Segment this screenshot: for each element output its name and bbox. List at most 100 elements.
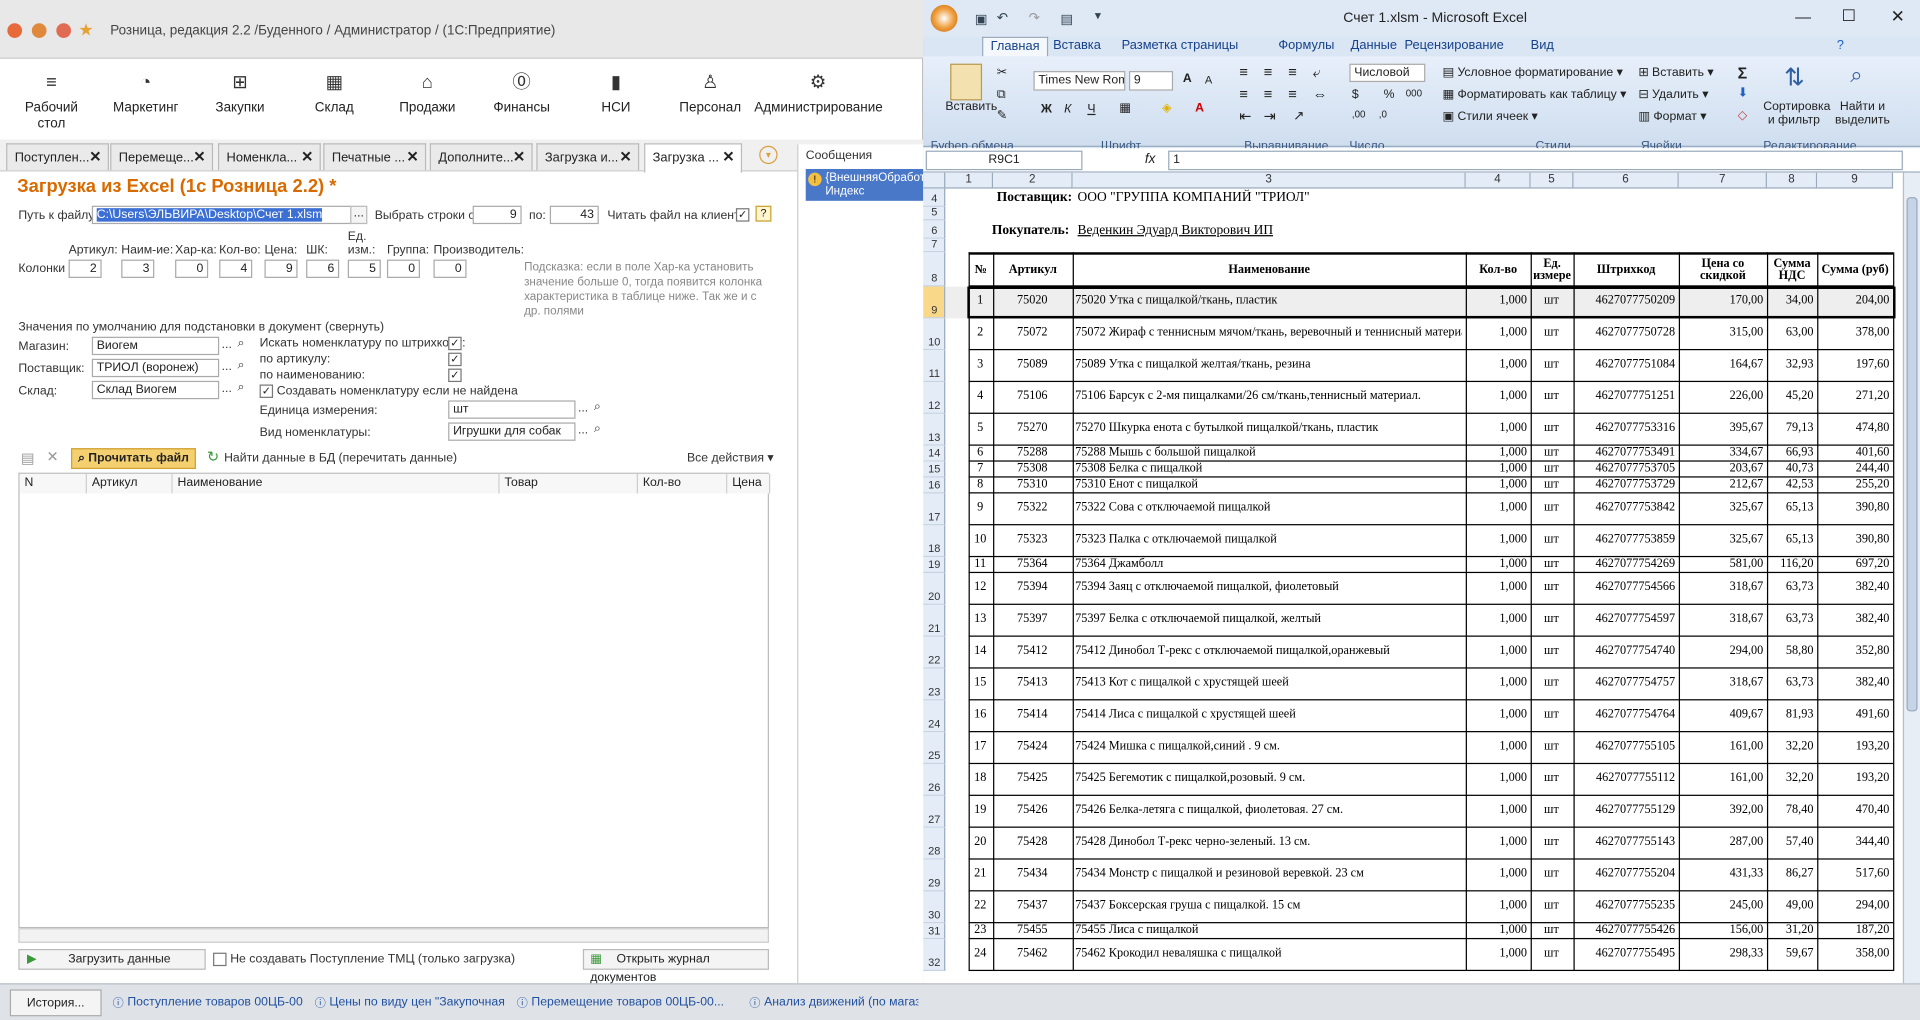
cell-bc[interactable]: 4627077753842 [1576, 501, 1676, 514]
cell-unit[interactable]: шт [1533, 947, 1570, 960]
cell-art[interactable]: 75364 [996, 557, 1069, 570]
load-data-button[interactable]: ▶ Загрузить данные [18, 948, 206, 970]
supplier-search-icon[interactable]: ⌕ [238, 359, 245, 372]
cell-name[interactable]: 75364 Джамболл [1075, 557, 1462, 570]
row-header-28[interactable]: 28 [923, 827, 946, 860]
section-4[interactable]: ⌂ Продажи [389, 59, 465, 140]
cell-name[interactable]: 75288 Мышь с большой пищалкой [1075, 446, 1462, 459]
ribbon-tab-3[interactable]: Формулы [1278, 38, 1334, 53]
insert-button[interactable]: ⊞ Вставить ▾ [1638, 66, 1713, 79]
cell-bc[interactable]: 4627077754764 [1576, 708, 1676, 721]
font-color-icon[interactable]: A [1195, 102, 1204, 115]
column-input-5[interactable]: 6 [306, 259, 340, 278]
cell-qty[interactable]: 1,000 [1468, 835, 1527, 848]
cell-art[interactable]: 75397 [996, 612, 1069, 625]
office-button-icon[interactable] [930, 4, 958, 32]
cell-name[interactable]: 75089 Утка с пищалкой желтая/ткань, рези… [1075, 358, 1462, 371]
cell-qty[interactable]: 1,000 [1468, 771, 1527, 784]
cell-qty[interactable]: 1,000 [1468, 358, 1527, 371]
column-header-2[interactable]: 2 [993, 172, 1073, 189]
cell-qty[interactable]: 1,000 [1468, 580, 1527, 593]
cell-qty[interactable]: 1,000 [1468, 923, 1527, 936]
ribbon-tab-0[interactable]: Главная [982, 36, 1049, 57]
row-header-24[interactable]: 24 [923, 700, 946, 733]
cell-art[interactable]: 75270 [996, 421, 1069, 434]
cell-price[interactable]: 161,00 [1681, 771, 1764, 784]
align-right-icon[interactable]: ≡ [1288, 86, 1297, 103]
name-box[interactable]: R9C1 [925, 150, 1083, 171]
taskbar-item-2[interactable]: ⓘ Цены по виду цен "Закупочная ... [312, 989, 506, 1016]
bold-icon[interactable]: Ж [1041, 103, 1052, 116]
cell-bc[interactable]: 4627077755105 [1576, 740, 1676, 753]
vertical-scrollbar[interactable] [1902, 172, 1920, 1001]
by-article-checkbox[interactable]: ✓ [448, 352, 462, 367]
cell-art[interactable]: 75413 [996, 676, 1069, 689]
section-1[interactable]: ◔ Маркетинг [108, 59, 184, 140]
help-icon[interactable]: ? [755, 205, 772, 222]
create-item-checkbox[interactable]: ✓ [259, 384, 274, 398]
tab-close-icon[interactable]: ✕ [89, 148, 101, 165]
cell-qty[interactable]: 1,000 [1468, 421, 1527, 434]
rows-from-input[interactable]: 9 [472, 205, 522, 225]
unit-search-icon[interactable]: ⌕ [594, 400, 601, 413]
cell-unit[interactable]: шт [1533, 923, 1570, 936]
cell-vat[interactable]: 45,20 [1769, 389, 1814, 402]
orientation-icon[interactable]: ↗ [1293, 108, 1304, 124]
cell-sum[interactable]: 382,40 [1820, 612, 1890, 625]
find-db-button[interactable]: Найти данные в БД (перечитать данные) [224, 452, 457, 465]
row-header-5[interactable]: 5 [923, 206, 946, 221]
cell-art[interactable]: 75072 [996, 326, 1069, 339]
cell-bc[interactable]: 4627077753705 [1576, 462, 1676, 475]
cell-vat[interactable]: 66,93 [1769, 446, 1814, 459]
cell-n[interactable]: 2 [971, 326, 989, 339]
cell-qty[interactable]: 1,000 [1468, 533, 1527, 546]
path-browse-button[interactable]: ... [350, 205, 368, 225]
cell-art[interactable]: 75428 [996, 835, 1069, 848]
tab-2[interactable]: Номенкла... ✕ [217, 143, 321, 171]
warehouse-input[interactable]: Склад Виогем [91, 380, 220, 400]
row-header-17[interactable]: 17 [923, 493, 946, 526]
tab-0[interactable]: Поступлен... ✕ [6, 143, 109, 171]
cell-vat[interactable]: 65,13 [1769, 501, 1814, 514]
cell-vat[interactable]: 58,80 [1769, 644, 1814, 657]
cell-sum[interactable]: 401,60 [1820, 446, 1890, 459]
cell-vat[interactable]: 31,20 [1769, 923, 1814, 936]
ribbon-tab-1[interactable]: Вставка [1053, 38, 1101, 53]
cell-sum[interactable]: 382,40 [1820, 580, 1890, 593]
find-select-button[interactable]: Найти и выделить [1832, 100, 1893, 127]
cell-sum[interactable]: 697,20 [1820, 557, 1890, 570]
taskbar-item-0[interactable]: История... [9, 989, 102, 1017]
cell-price[interactable]: 325,67 [1681, 533, 1764, 546]
row-header-27[interactable]: 27 [923, 795, 946, 828]
no-create-checkbox[interactable] [213, 952, 227, 967]
import-table-hscroll[interactable] [18, 928, 769, 943]
cell-qty[interactable]: 1,000 [1468, 612, 1527, 625]
defaults-toggle[interactable]: Значения по умолчанию для подстановки в … [18, 321, 384, 334]
section-5[interactable]: ⓪ Финансы [485, 59, 558, 140]
sort-filter-button[interactable]: Сортировка и фильтр [1763, 100, 1830, 127]
cell-sum[interactable]: 382,40 [1820, 676, 1890, 689]
paste-icon[interactable] [950, 63, 983, 101]
cell-qty[interactable]: 1,000 [1468, 478, 1527, 491]
cell-art[interactable]: 75310 [996, 478, 1069, 491]
column-header-6[interactable]: 6 [1573, 172, 1679, 189]
decrease-decimal-icon[interactable]: ,0 [1379, 109, 1387, 120]
column-input-7[interactable]: 0 [386, 259, 421, 278]
cell-art[interactable]: 75462 [996, 947, 1069, 960]
column-header-8[interactable]: 8 [1766, 172, 1818, 189]
cell-price[interactable]: 318,67 [1681, 676, 1764, 689]
cell-n[interactable]: 21 [971, 867, 989, 880]
cell-bc[interactable]: 4627077755235 [1576, 899, 1676, 912]
cell-vat[interactable]: 32,20 [1769, 740, 1814, 753]
cell-bc[interactable]: 4627077755426 [1576, 923, 1676, 936]
cell-unit[interactable]: шт [1533, 676, 1570, 689]
section-0[interactable]: ≡ Рабочий стол [10, 59, 93, 140]
add-row-icon[interactable]: ▤ [21, 449, 35, 466]
section-8[interactable]: ⚙ Администрирование [754, 59, 882, 140]
cell-vat[interactable]: 42,53 [1769, 478, 1814, 491]
select-all-corner[interactable] [923, 172, 946, 189]
cell-unit[interactable]: шт [1533, 462, 1570, 475]
cell-sum[interactable]: 474,80 [1820, 421, 1890, 434]
font-size-select[interactable]: 9 [1128, 71, 1174, 91]
cell-bc[interactable]: 4627077755112 [1576, 771, 1675, 784]
